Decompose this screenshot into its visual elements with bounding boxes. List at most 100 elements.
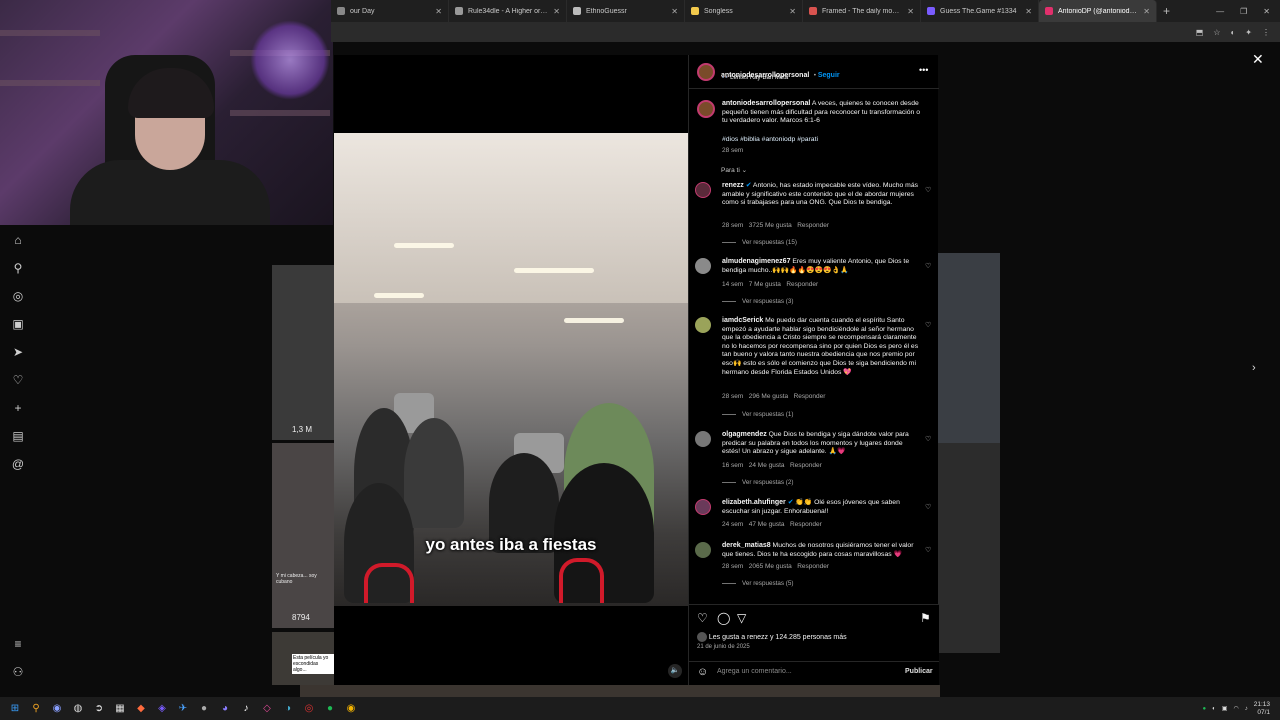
explore-tile[interactable]: Esta película yo escondidas algo... <box>272 632 334 685</box>
tray-icon[interactable]: ◐ <box>1212 706 1216 712</box>
view-replies[interactable]: Ver respuestas (2) <box>722 479 793 486</box>
reply-button[interactable]: Responder <box>797 563 829 570</box>
extension-icon[interactable]: ◐ <box>1230 28 1235 37</box>
tray-icon[interactable]: ● <box>1203 706 1207 712</box>
close-tab-icon[interactable]: ✕ <box>1025 7 1032 16</box>
tab-6-active[interactable]: AntonioDP (@antoniodesarrollo✕ <box>1039 0 1157 22</box>
meta-icon[interactable]: ⚇ <box>11 665 25 679</box>
search-icon[interactable]: ⚲ <box>11 261 25 275</box>
comment-icon[interactable]: ◯ <box>717 611 730 625</box>
explore-tile[interactable]: 1,3 M <box>272 265 334 440</box>
bookmark-star-icon[interactable]: ☆ <box>1213 28 1220 37</box>
tiktok-icon[interactable]: ♪ <box>237 700 255 718</box>
threads-icon[interactable]: @ <box>11 457 25 471</box>
clock[interactable]: 21:13 07/1 <box>1254 701 1270 717</box>
author-avatar[interactable] <box>697 100 715 118</box>
app-icon[interactable]: ✈ <box>174 700 192 718</box>
view-replies[interactable]: Ver respuestas (15) <box>722 239 797 246</box>
discord-icon[interactable]: ◕ <box>216 700 234 718</box>
explore-icon[interactable]: ◎ <box>11 289 25 303</box>
reply-button[interactable]: Responder <box>790 521 822 528</box>
close-tab-icon[interactable]: ✕ <box>789 7 796 16</box>
close-tab-icon[interactable]: ✕ <box>435 7 442 16</box>
app-icon[interactable]: ➲ <box>90 700 108 718</box>
reply-button[interactable]: Responder <box>794 393 826 400</box>
comment-filter-dropdown[interactable]: Para ti ⌄ <box>721 166 747 174</box>
more-options-icon[interactable]: ••• <box>919 65 928 75</box>
close-post-icon[interactable]: ✕ <box>1252 51 1264 68</box>
install-icon[interactable]: ⬒ <box>1196 28 1204 37</box>
messages-icon[interactable]: ➤ <box>11 345 25 359</box>
menu-icon[interactable]: ⋮ <box>1262 28 1270 37</box>
reply-button[interactable]: Responder <box>786 281 818 288</box>
minimize-button[interactable]: — <box>1216 7 1224 16</box>
explore-tile[interactable] <box>938 253 1000 443</box>
wifi-icon[interactable]: ◠ <box>1233 705 1238 712</box>
tab-3[interactable]: Songless ✕ <box>685 0 803 22</box>
post-subtitle[interactable]: Lentes Ray-Ban Meta <box>730 75 788 81</box>
hashtags[interactable]: #dios #biblia #antoniodp #parati <box>722 136 818 143</box>
view-replies[interactable]: Ver respuestas (3) <box>722 298 793 305</box>
new-tab-button[interactable]: + <box>1157 4 1176 18</box>
mute-icon[interactable]: 🔈 <box>668 664 682 678</box>
like-comment-heart-icon[interactable]: ♡ <box>925 321 931 329</box>
windows-start-icon[interactable]: ⊞ <box>6 700 24 718</box>
maximize-button[interactable]: ❐ <box>1240 7 1247 16</box>
create-icon[interactable]: + <box>11 401 25 415</box>
dashboard-icon[interactable]: ▤ <box>11 429 25 443</box>
search-icon[interactable]: ⚲ <box>27 700 45 718</box>
app-icon[interactable]: ◈ <box>153 700 171 718</box>
save-bookmark-icon[interactable]: ⚑ <box>920 611 931 625</box>
reels-icon[interactable]: ▣ <box>11 317 25 331</box>
tab-5[interactable]: Guess The.Game #1334 ✕ <box>921 0 1039 22</box>
close-tab-icon[interactable]: ✕ <box>553 7 560 16</box>
chrome-icon[interactable]: ◉ <box>342 700 360 718</box>
share-icon[interactable]: ▽ <box>737 611 746 625</box>
puzzle-icon[interactable]: ✦ <box>1245 28 1252 37</box>
commenter-avatar[interactable] <box>695 182 711 198</box>
commenter-avatar[interactable] <box>695 431 711 447</box>
explore-tile[interactable]: Y mi cabeza... soy cubano 8794 <box>272 443 334 628</box>
notifications-icon[interactable]: ♡ <box>11 373 25 387</box>
reply-button[interactable]: Responder <box>790 462 822 469</box>
publish-button[interactable]: Publicar <box>905 668 933 675</box>
app-icon[interactable]: ▦ <box>111 700 129 718</box>
app-icon[interactable]: ◑ <box>279 700 297 718</box>
close-window-button[interactable]: ✕ <box>1263 7 1270 16</box>
commenter-avatar[interactable] <box>695 499 711 515</box>
commenter-avatar[interactable] <box>695 317 711 333</box>
commenter-avatar[interactable] <box>695 258 711 274</box>
like-comment-heart-icon[interactable]: ♡ <box>925 435 931 443</box>
emoji-icon[interactable]: ☺ <box>697 666 708 678</box>
view-replies[interactable]: Ver respuestas (1) <box>722 411 793 418</box>
follow-button[interactable]: Seguir <box>818 72 840 79</box>
volume-icon[interactable]: ♪ <box>1245 706 1248 712</box>
tab-0[interactable]: our Day ✕ <box>331 0 449 22</box>
author-avatar[interactable] <box>697 63 715 81</box>
app-icon[interactable]: ● <box>195 700 213 718</box>
view-replies[interactable]: Ver respuestas (5) <box>722 580 793 587</box>
next-post-chevron-icon[interactable]: › <box>1252 362 1256 374</box>
app-icon[interactable]: ◍ <box>69 700 87 718</box>
close-tab-icon[interactable]: ✕ <box>907 7 914 16</box>
tray-icon[interactable]: ▣ <box>1222 705 1228 712</box>
home-icon[interactable]: ⌂ <box>11 233 25 247</box>
tab-1[interactable]: Rule34dle - A Higher or Lower✕ <box>449 0 567 22</box>
close-tab-icon[interactable]: ✕ <box>671 7 678 16</box>
like-heart-icon[interactable]: ♡ <box>697 611 708 625</box>
app-icon[interactable]: ◇ <box>258 700 276 718</box>
explore-tile[interactable] <box>938 443 1000 653</box>
tab-4[interactable]: Framed - The daily movie guess✕ <box>803 0 921 22</box>
like-comment-heart-icon[interactable]: ♡ <box>925 262 931 270</box>
app-icon[interactable]: ◎ <box>300 700 318 718</box>
like-comment-heart-icon[interactable]: ♡ <box>925 546 931 554</box>
like-comment-heart-icon[interactable]: ♡ <box>925 186 931 194</box>
reply-button[interactable]: Responder <box>797 222 829 229</box>
app-icon[interactable]: ◆ <box>132 700 150 718</box>
commenter-avatar[interactable] <box>695 542 711 558</box>
spotify-icon[interactable]: ● <box>321 700 339 718</box>
more-menu-icon[interactable]: ≡ <box>11 637 25 651</box>
close-tab-icon[interactable]: ✕ <box>1143 7 1150 16</box>
like-comment-heart-icon[interactable]: ♡ <box>925 503 931 511</box>
likes-summary[interactable]: Les gusta a renezz y 124.285 personas má… <box>709 634 847 641</box>
